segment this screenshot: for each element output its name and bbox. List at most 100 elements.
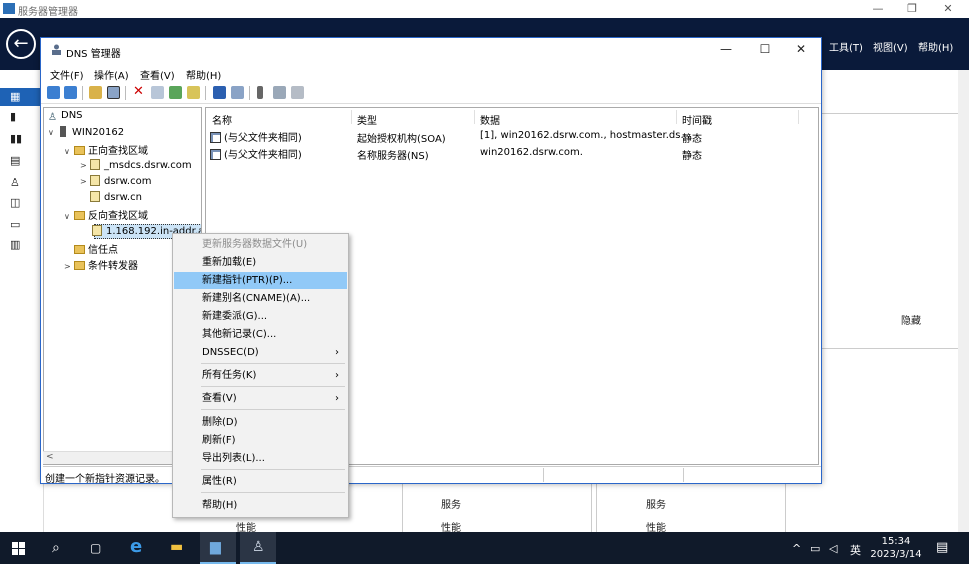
table-row-data[interactable]: win20162.dsrw.com. <box>480 147 583 158</box>
forward-icon[interactable] <box>64 86 77 99</box>
column-separator[interactable] <box>798 110 799 124</box>
close-button[interactable]: ✕ <box>932 2 964 15</box>
print-icon[interactable]: ▭ <box>10 218 20 231</box>
menu-view[interactable]: 查看(V) <box>140 67 175 82</box>
tree-node-zone[interactable]: dsrw.cn <box>90 191 142 203</box>
tree-node-conditional-forwarders[interactable]: > 条件转发器 <box>64 257 138 272</box>
collapse-chevron-icon[interactable]: ∨ <box>64 212 74 221</box>
delete-icon[interactable]: ✕ <box>133 85 146 99</box>
export-list-icon[interactable] <box>187 86 200 99</box>
tile-services[interactable]: 服务 <box>646 496 666 511</box>
windows-start-icon[interactable] <box>12 542 26 556</box>
expand-chevron-icon[interactable]: > <box>80 161 90 170</box>
show-hide-tree-icon[interactable] <box>107 86 120 99</box>
back-icon[interactable] <box>47 86 60 99</box>
menu-help[interactable]: 帮助(H) <box>918 39 953 54</box>
hide-link[interactable]: 隐藏 <box>901 312 921 327</box>
menu-action[interactable]: 操作(A) <box>94 67 129 82</box>
column-separator[interactable] <box>474 110 475 124</box>
local-server-icon[interactable]: ▮ <box>10 110 16 123</box>
menu-view[interactable]: 视图(V) <box>873 39 908 54</box>
tree-node-trust-points[interactable]: 信任点 <box>74 241 118 256</box>
column-header-type[interactable]: 类型 <box>357 112 377 127</box>
properties-icon[interactable] <box>151 86 164 99</box>
context-menu: 更新服务器数据文件(U) 重新加载(E) 新建指针(PTR)(P)... 新建别… <box>172 233 349 518</box>
tree-node-server[interactable]: ∨ WIN20162 <box>48 126 124 138</box>
help-icon[interactable] <box>213 86 226 99</box>
dns-minimize-button[interactable]: — <box>709 42 743 56</box>
show-action-pane-icon[interactable] <box>231 86 244 99</box>
menu-help[interactable]: 帮助(H) <box>186 67 221 82</box>
tree-node-forward-zones[interactable]: ∨ 正向查找区域 <box>64 142 148 157</box>
menu-item-reload[interactable]: 重新加载(E) <box>174 254 347 271</box>
column-header-timestamp[interactable]: 时间戳 <box>682 112 712 127</box>
expand-chevron-icon[interactable]: > <box>64 262 74 271</box>
detail-view-icon[interactable] <box>291 86 304 99</box>
menu-file[interactable]: 文件(F) <box>50 67 84 82</box>
menu-item-help[interactable]: 帮助(H) <box>174 497 347 514</box>
menu-item-refresh[interactable]: 刷新(F) <box>174 432 347 449</box>
menu-item-new-delegation[interactable]: 新建委派(G)... <box>174 308 347 325</box>
tree-node-dns[interactable]: ♙ DNS <box>48 110 83 123</box>
table-row-name[interactable]: (与父文件夹相同) <box>210 129 302 144</box>
column-header-name[interactable]: 名称 <box>212 112 232 127</box>
tree-node-zone[interactable]: > dsrw.com <box>80 175 151 187</box>
table-row-name[interactable]: (与父文件夹相同) <box>210 146 302 161</box>
column-header-data[interactable]: 数据 <box>480 112 500 127</box>
menu-item-new-ptr[interactable]: 新建指针(PTR)(P)... <box>174 272 347 289</box>
dns-close-button[interactable]: ✕ <box>784 42 818 56</box>
list-view-icon[interactable] <box>273 86 286 99</box>
column-separator[interactable] <box>676 110 677 124</box>
menu-item-update-data-file[interactable]: 更新服务器数据文件(U) <box>174 236 347 253</box>
collapse-chevron-icon[interactable]: ∨ <box>48 128 58 137</box>
tree-node-zone[interactable]: > _msdcs.dsrw.com <box>80 159 192 171</box>
menu-item-new-cname[interactable]: 新建别名(CNAME)(A)... <box>174 290 347 307</box>
refresh-icon[interactable] <box>169 86 182 99</box>
table-row-data[interactable]: [1], win20162.dsrw.com., hostmaster.ds..… <box>480 130 690 141</box>
ad-icon[interactable]: ▤ <box>10 154 20 167</box>
menu-item-view[interactable]: 查看(V) › <box>174 390 347 407</box>
volume-icon[interactable]: ◁ <box>829 542 837 555</box>
menu-item-all-tasks[interactable]: 所有任务(K) › <box>174 367 347 384</box>
dns-role-icon[interactable]: ♙ <box>10 176 20 189</box>
scroll-left-icon[interactable]: < <box>46 452 54 462</box>
minimize-button[interactable]: — <box>862 2 894 15</box>
role-tile[interactable] <box>596 482 786 532</box>
clock[interactable]: 15:34 2023/3/14 <box>868 535 924 561</box>
menu-item-export-list[interactable]: 导出列表(L)... <box>174 450 347 467</box>
table-row-type[interactable]: 名称服务器(NS) <box>357 147 429 162</box>
collapse-chevron-icon[interactable]: ∨ <box>64 147 74 156</box>
table-row-timestamp[interactable]: 静态 <box>682 130 702 145</box>
role-tile[interactable] <box>402 482 592 532</box>
search-icon[interactable]: ⌕ <box>52 540 60 556</box>
up-folder-icon[interactable] <box>89 86 102 99</box>
ie-icon[interactable]: e <box>130 536 142 557</box>
menu-tools[interactable]: 工具(T) <box>829 39 863 54</box>
table-row-timestamp[interactable]: 静态 <box>682 147 702 162</box>
notification-icon[interactable]: ▤ <box>936 540 948 555</box>
maximize-button[interactable]: ❐ <box>896 2 928 15</box>
network-icon[interactable]: ▭ <box>810 542 820 555</box>
menu-item-dnssec[interactable]: DNSSEC(D) › <box>174 344 347 361</box>
tray-chevron-icon[interactable]: ^ <box>792 542 801 555</box>
iis-icon[interactable]: ◫ <box>10 196 20 209</box>
menu-item-properties[interactable]: 属性(R) <box>174 473 347 490</box>
back-arrow-icon[interactable]: ← <box>6 29 36 59</box>
column-separator[interactable] <box>351 110 352 124</box>
tile-services[interactable]: 服务 <box>441 496 461 511</box>
menu-item-other-records[interactable]: 其他新记录(C)... <box>174 326 347 343</box>
task-view-icon[interactable]: ▢ <box>90 541 101 555</box>
file-explorer-icon[interactable]: ▬ <box>170 539 183 555</box>
vertical-scrollbar[interactable] <box>958 70 969 532</box>
dashboard-icon[interactable]: ▦ <box>10 90 20 103</box>
dns-maximize-button[interactable]: ☐ <box>748 42 782 56</box>
server-icon[interactable] <box>257 86 263 99</box>
all-servers-icon[interactable]: ▮▮ <box>10 132 22 145</box>
nav-selected-dashboard[interactable] <box>0 88 44 106</box>
tree-node-reverse-zones[interactable]: ∨ 反向查找区域 <box>64 207 148 222</box>
ime-indicator[interactable]: 英 <box>850 542 861 558</box>
table-row-type[interactable]: 起始授权机构(SOA) <box>357 130 446 145</box>
expand-chevron-icon[interactable]: > <box>80 177 90 186</box>
menu-item-delete[interactable]: 删除(D) <box>174 414 347 431</box>
file-services-icon[interactable]: ▥ <box>10 238 20 251</box>
